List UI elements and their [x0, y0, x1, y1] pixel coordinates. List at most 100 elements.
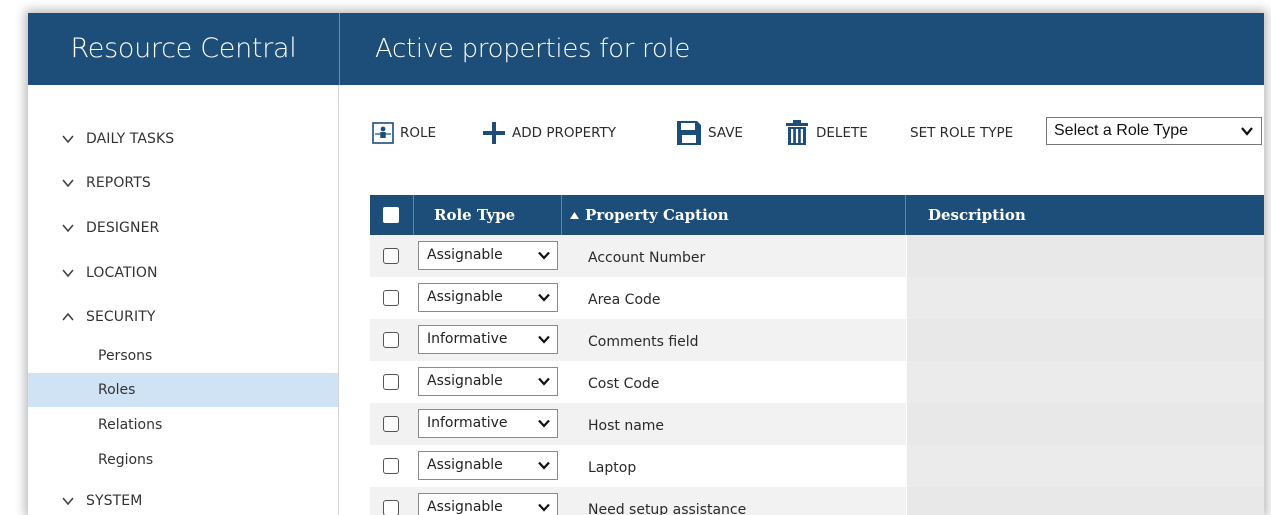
app-window: Resource Central Active properties for r… — [28, 13, 1264, 515]
property-description — [906, 277, 1264, 319]
header-divider — [339, 13, 340, 85]
column-header-description[interactable]: Description — [928, 195, 1026, 235]
add-property-button[interactable]: ADD PROPERTY — [482, 117, 616, 149]
column-header-property-caption[interactable]: Property Caption — [570, 195, 729, 235]
row-checkbox[interactable] — [383, 332, 399, 348]
sidebar-item-label: LOCATION — [86, 265, 158, 281]
property-caption: Need setup assistance — [588, 502, 747, 515]
role-type-select[interactable]: Select a Role Type — [1046, 117, 1262, 145]
save-button[interactable]: SAVE — [676, 117, 743, 149]
set-role-type-label: SET ROLE TYPE — [910, 125, 1014, 141]
page-title: Active properties for role — [375, 34, 691, 64]
sidebar-item-label: DAILY TASKS — [86, 131, 175, 147]
role-type-select-value: Select a Role Type — [1054, 122, 1189, 139]
property-caption: Comments field — [588, 334, 699, 350]
chevron-down-icon — [538, 377, 550, 386]
top-header: Resource Central Active properties for r… — [28, 13, 1264, 85]
property-caption: Area Code — [588, 292, 661, 308]
role-type-dropdown[interactable]: Assignable — [418, 451, 558, 480]
role-type-dropdown[interactable]: Informative — [418, 409, 558, 438]
main-content: ROLE ADD PROPERTY SAVE DELETE SET ROLE T… — [340, 85, 1264, 515]
sidebar-item-label: SECURITY — [86, 309, 156, 325]
row-checkbox[interactable] — [383, 416, 399, 432]
sidebar-item-label: DESIGNER — [86, 220, 160, 236]
sidebar-item-security[interactable]: SECURITY — [61, 305, 156, 329]
role-type-value: Assignable — [427, 247, 503, 263]
plus-icon — [483, 122, 505, 144]
sidebar-item-system[interactable]: SYSTEM — [61, 489, 142, 513]
property-description — [906, 235, 1264, 277]
chevron-down-icon — [538, 293, 550, 302]
row-checkbox[interactable] — [383, 374, 399, 390]
row-checkbox[interactable] — [383, 500, 399, 515]
sidebar-subitem-relations[interactable]: Relations — [28, 408, 338, 442]
property-caption: Host name — [588, 418, 665, 434]
role-type-value: Assignable — [427, 373, 503, 389]
column-divider — [413, 195, 414, 235]
select-all-checkbox[interactable] — [383, 207, 399, 223]
sidebar-item-label: SYSTEM — [86, 493, 143, 509]
column-divider — [561, 195, 562, 235]
role-type-value: Informative — [427, 331, 508, 347]
row-checkbox[interactable] — [383, 458, 399, 474]
chevron-down-icon — [62, 497, 74, 506]
sidebar-item-designer[interactable]: DESIGNER — [61, 216, 159, 240]
role-type-value: Assignable — [427, 457, 503, 473]
property-description — [906, 487, 1264, 515]
row-checkbox[interactable] — [383, 290, 399, 306]
role-type-dropdown[interactable]: Assignable — [418, 283, 558, 312]
row-checkbox[interactable] — [383, 248, 399, 264]
role-button-label: ROLE — [400, 125, 437, 141]
chevron-down-icon — [538, 251, 550, 260]
column-header-role-type[interactable]: Role Type — [434, 195, 515, 235]
property-caption: Laptop — [588, 460, 637, 476]
role-type-dropdown[interactable]: Informative — [418, 325, 558, 354]
sidebar-subitem-persons[interactable]: Persons — [28, 339, 338, 373]
table-row[interactable]: Assignable Laptop — [370, 445, 1264, 487]
chevron-down-icon — [1241, 127, 1253, 136]
sidebar-item-location[interactable]: LOCATION — [61, 261, 158, 285]
table-row[interactable]: Assignable Need setup assistance — [370, 487, 1264, 515]
sidebar-item-label: REPORTS — [86, 175, 151, 191]
sort-ascending-icon — [570, 211, 579, 219]
column-divider — [905, 195, 906, 235]
chevron-down-icon — [538, 461, 550, 470]
role-button[interactable]: ROLE — [372, 117, 436, 149]
role-type-dropdown[interactable]: Assignable — [418, 241, 558, 270]
save-icon — [677, 121, 701, 145]
table-row[interactable]: Informative Comments field — [370, 319, 1264, 361]
property-description — [906, 319, 1264, 361]
table-row[interactable]: Informative Host name — [370, 403, 1264, 445]
chevron-down-icon — [62, 135, 74, 144]
role-type-value: Assignable — [427, 289, 503, 305]
role-type-dropdown[interactable]: Assignable — [418, 367, 558, 396]
sidebar-subitem-roles[interactable]: Roles — [28, 373, 338, 407]
delete-button-label: DELETE — [816, 125, 868, 141]
chevron-down-icon — [62, 224, 74, 233]
chevron-up-icon — [62, 312, 74, 321]
add-property-label: ADD PROPERTY — [512, 125, 617, 141]
sidebar-item-daily-tasks[interactable]: DAILY TASKS — [61, 127, 174, 151]
role-icon — [372, 122, 394, 144]
delete-button[interactable]: DELETE — [784, 117, 868, 149]
chevron-down-icon — [538, 419, 550, 428]
property-description — [906, 403, 1264, 445]
chevron-down-icon — [62, 179, 74, 188]
chevron-down-icon — [62, 269, 74, 278]
sidebar-item-reports[interactable]: REPORTS — [61, 171, 151, 195]
chevron-down-icon — [538, 503, 550, 512]
save-button-label: SAVE — [708, 125, 743, 141]
app-title: Resource Central — [70, 33, 297, 64]
table-row[interactable]: Assignable Cost Code — [370, 361, 1264, 403]
property-description — [906, 445, 1264, 487]
column-header-label: Property Caption — [585, 206, 729, 224]
property-caption: Cost Code — [588, 376, 660, 392]
table-row[interactable]: Assignable Account Number — [370, 235, 1264, 277]
sidebar-subitem-regions[interactable]: Regions — [28, 443, 338, 477]
role-type-dropdown[interactable]: Assignable — [418, 493, 558, 515]
trash-icon — [786, 120, 808, 145]
table-row[interactable]: Assignable Area Code — [370, 277, 1264, 319]
property-description — [906, 361, 1264, 403]
table-header: Role Type Property Caption Description — [370, 195, 1264, 235]
role-type-value: Informative — [427, 415, 508, 431]
